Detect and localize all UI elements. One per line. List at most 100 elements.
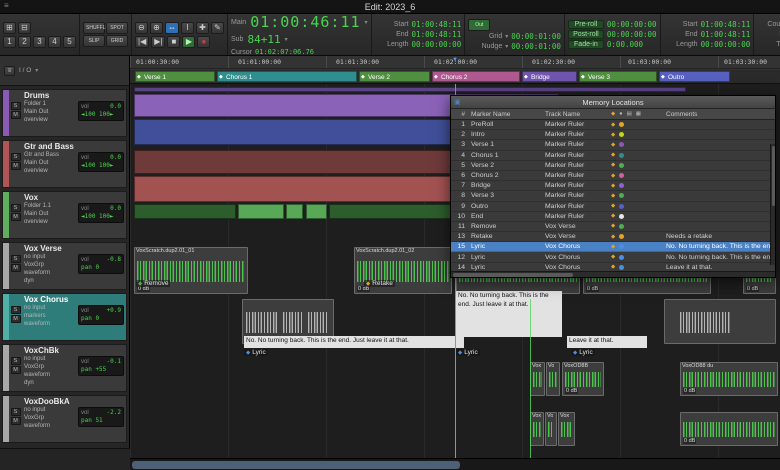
track-output-selector[interactable]: VoxGrp [24,363,76,371]
transport-end-value[interactable]: 01:00:48:11 [701,30,751,39]
marker-segment-verse2[interactable]: Verse 2 [359,71,430,82]
column-track-name[interactable]: Track Name [545,111,609,118]
memory-location-row[interactable]: 2 Intro Marker Ruler ◆ [451,130,775,141]
marker-segment-verse1[interactable]: Verse 1 [135,71,215,82]
vox-overview-region[interactable] [238,204,284,219]
marker-segment-outro[interactable]: Outro [659,71,730,82]
rewind-button[interactable]: |◀ [135,35,150,48]
vol-value[interactable]: -0.1 [107,358,121,366]
track-io-selector[interactable]: no input [24,406,76,414]
markers-lane[interactable]: Verse 1 Chorus 1 Verse 2 Chorus 2 Bridge… [130,70,780,83]
track-output-selector[interactable]: VoxGrp [24,261,76,269]
stop-button[interactable]: ■ [167,35,181,48]
playhead-marker-icon[interactable]: ▼ [452,57,458,63]
nudge-value[interactable]: 00:00:01:00 [511,42,561,51]
marker-segment-verse3[interactable]: Verse 3 [579,71,657,82]
marker-lyric[interactable]: ◆ Lyric [244,349,268,356]
solo-button[interactable]: S [10,408,21,416]
sel-end-value[interactable]: 01:00:48:11 [412,30,462,39]
mode-slip-button[interactable]: SLIP [83,35,105,47]
track-output-selector[interactable]: Main Out [24,108,76,116]
column-marker-name[interactable]: Marker Name [467,111,545,118]
track-output-selector[interactable]: Main Out [24,159,76,167]
track-fader-display[interactable]: vol +0.9 pan 0 [78,305,124,325]
zoom-in-icon[interactable]: ⊕ [150,21,163,34]
drums-sub-region[interactable] [134,119,454,145]
sub-counter[interactable]: 84+11 [247,33,280,46]
track-view-selector[interactable]: overview [24,116,76,124]
drums-overview-strip[interactable] [134,87,686,92]
timeline-horizontal-scrollbar[interactable] [130,458,780,470]
scrollbar-handle[interactable] [132,461,460,469]
track-io-selector[interactable]: Gtr and Bass [24,151,76,159]
smart-tool-trim-icon[interactable]: ⇔ [165,21,179,34]
lyric-comment-box[interactable]: No. No turning back. This is the end. Ju… [244,336,464,348]
track-name[interactable]: Vox Chorus [24,295,76,304]
memory-location-row[interactable]: 6 Chorus 2 Marker Ruler ◆ [451,171,775,182]
clip-gain-label[interactable]: 0 dB [586,286,600,292]
clip-gain-label[interactable]: 0 dB [683,438,697,444]
out-toggle-button[interactable]: Out [468,18,491,31]
memory-locations-titlebar[interactable]: ▣ Memory Locations [451,96,775,109]
grid-caret-icon[interactable]: ▾ [505,33,508,40]
pan-value[interactable]: ◄100 100► [81,213,114,221]
sel-start-value[interactable]: 01:00:48:11 [412,20,462,29]
track-header[interactable]: S M VoxDooBkA no input VoxGrp waveform v… [2,395,127,443]
track-fader-display[interactable]: vol 0.0 ◄100 100► [78,203,124,223]
solo-button[interactable]: S [10,255,21,263]
track-view-selector[interactable]: waveform [24,269,76,277]
mute-button[interactable]: M [10,366,21,374]
column-lines-icon[interactable]: ▤ [627,111,632,117]
memory-location-row[interactable]: 9 Outro Marker Ruler ◆ [451,202,775,212]
memory-location-row[interactable]: 12 Lyric Vox Chorus ◆ No. No turning bac… [451,252,775,263]
fast-forward-button[interactable]: ▶| [151,35,166,48]
selector-tool-icon[interactable]: I [181,21,194,34]
audio-clip[interactable] [664,299,776,344]
marker-remove[interactable]: ◆ Remove [136,280,171,287]
audio-clip[interactable]: Vo [546,362,560,396]
mode-spot-button[interactable]: SPOT [106,22,128,34]
memory-location-row[interactable]: 7 Bridge Marker Ruler ◆ [451,181,775,192]
preroll-button[interactable]: Pre-roll [567,20,604,29]
transport-length-value[interactable]: 00:00:00:00 [701,40,751,49]
vox-overview-region[interactable] [286,204,303,219]
column-grid-icon[interactable]: ▦ [636,111,641,117]
marker-segment-chorus1[interactable]: Chorus 1 [217,71,357,82]
track-header[interactable]: S M Vox Chorus no input markers waveform… [2,293,127,341]
track-header[interactable]: S M Gtr and Bass Gtr and Bass Main Out o… [2,140,127,188]
vol-value[interactable]: -2.2 [107,409,121,417]
lyric-comment-box[interactable]: No. No turning back. This is the end. Ju… [456,291,562,337]
track-header[interactable]: S M Vox Verse no input VoxGrp waveform d… [2,242,127,290]
track-automation-selector[interactable]: dyn [24,379,76,387]
lyric-comment-box[interactable]: Leave it at that. [567,336,647,348]
audio-clip[interactable]: Vox [558,412,575,446]
grabber-tool-icon[interactable]: ✚ [196,21,209,34]
mute-button[interactable]: M [10,162,21,170]
clip-gain-label[interactable]: 0 dB [683,388,697,394]
mute-button[interactable]: M [10,111,21,119]
track-header[interactable]: S M Vox Folder 1.1 Main Out overview vol… [2,191,127,239]
mute-button[interactable]: M [10,264,21,272]
play-button[interactable]: ▶ [182,35,196,48]
track-header[interactable]: S M VoxChBk no input VoxGrp waveform dyn… [2,344,127,392]
fadein-button[interactable]: Fade-in [567,40,604,49]
track-name[interactable]: VoxChBk [24,346,76,355]
window-badge-icon[interactable]: ▣ [454,98,461,106]
memloc-vertical-scrollbar[interactable] [770,144,775,265]
window-split-icon[interactable]: ⊟ [18,21,31,34]
grid-value[interactable]: 00:00:01:00 [511,32,561,41]
audio-clip[interactable]: 0 dB [680,412,778,446]
track-io-selector[interactable]: Folder 1.1 [24,202,76,210]
transport-start-value[interactable]: 01:00:48:11 [701,20,751,29]
column-comments[interactable]: Comments [664,111,775,118]
track-name[interactable]: Drums [24,91,76,100]
memory-location-row[interactable]: 11 Remove Vox Verse ◆ [451,222,775,233]
memory-location-row[interactable]: 15 Lyric Vox Chorus ◆ No. No turning bac… [451,242,775,253]
vol-value[interactable]: +0.9 [107,307,121,315]
vox-overview-region[interactable] [329,204,451,219]
sel-length-value[interactable]: 00:00:00:00 [412,40,462,49]
vol-value[interactable]: 0.0 [110,103,121,111]
window-grid-icon[interactable]: ⊞ [3,21,16,34]
mute-button[interactable]: M [10,315,21,323]
clip-gain-label[interactable]: 0 dB [746,286,760,292]
